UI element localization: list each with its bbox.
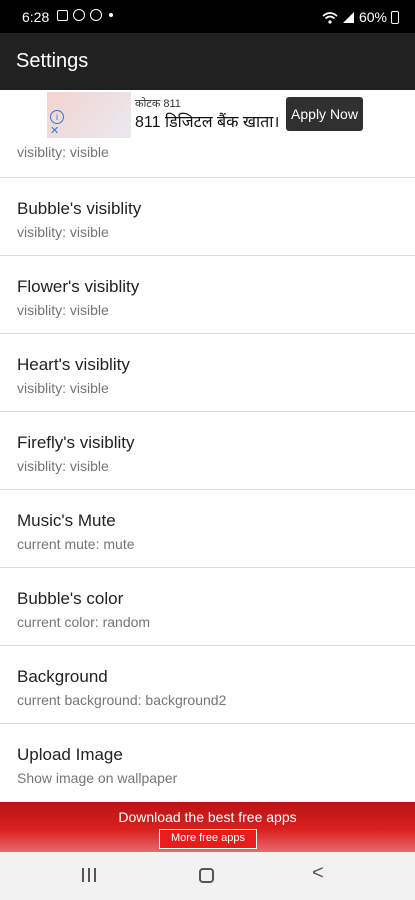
setting-summary: visiblity: visible: [17, 458, 109, 474]
notification-icons: [57, 9, 113, 21]
setting-summary: current background: background2: [17, 692, 227, 708]
app-bar: Settings: [0, 33, 415, 90]
setting-summary: visiblity: visible: [17, 144, 109, 160]
back-icon[interactable]: <: [312, 862, 324, 885]
setting-title: Music's Mute: [17, 511, 116, 530]
wifi-icon: [322, 11, 338, 24]
grid-icon: [73, 9, 85, 21]
status-bar: 6:28 60%: [0, 0, 415, 33]
more-free-apps-button[interactable]: More free apps: [159, 829, 257, 849]
status-time: 6:28: [22, 9, 50, 25]
setting-title: Firefly's visiblity: [17, 433, 135, 452]
setting-summary: visiblity: visible: [17, 380, 109, 396]
recents-icon[interactable]: [82, 868, 96, 882]
apply-now-button[interactable]: Apply Now: [286, 97, 363, 131]
settings-item-partial[interactable]: visiblity: visible: [0, 140, 415, 178]
battery-percent: 60%: [358, 9, 387, 25]
page-title: Settings: [16, 50, 89, 72]
ad-line2: 811 डिजिटल बैंक खाता।: [135, 114, 280, 131]
home-icon[interactable]: [199, 868, 214, 883]
setting-summary: Show image on wallpaper: [17, 770, 178, 786]
settings-item-heart-visibility[interactable]: Heart's visiblity visiblity: visible: [0, 334, 415, 412]
setting-title: Bubble's visiblity: [17, 199, 142, 218]
ad-line1: कोटक 811: [135, 98, 181, 110]
more-notifications-icon: [109, 13, 113, 17]
setting-title: Background: [17, 667, 108, 686]
settings-item-upload-image[interactable]: Upload Image Show image on wallpaper: [0, 724, 415, 801]
setting-summary: visiblity: visible: [17, 302, 109, 318]
banner-ad-top[interactable]: i ✕ कोटक 811 811 डिजिटल बैंक खाता। Apply…: [47, 92, 368, 140]
setting-title: Bubble's color: [17, 589, 124, 608]
setting-title: Flower's visiblity: [17, 277, 140, 296]
setting-summary: current color: random: [17, 614, 151, 630]
banner-ad-bottom[interactable]: Download the best free apps More free ap…: [0, 802, 415, 852]
signal-icon: [342, 11, 354, 23]
ad-bottom-text: Download the best free apps: [118, 809, 297, 825]
setting-summary: visiblity: visible: [17, 224, 109, 240]
settings-item-bubble-color[interactable]: Bubble's color current color: random: [0, 568, 415, 646]
adchoices-icon[interactable]: i: [50, 110, 64, 124]
settings-item-flower-visibility[interactable]: Flower's visiblity visiblity: visible: [0, 256, 415, 334]
system-icons: 60%: [322, 9, 399, 25]
setting-summary: current mute: mute: [17, 536, 135, 552]
setting-title: Upload Image: [17, 745, 123, 764]
settings-item-bubble-visibility[interactable]: Bubble's visiblity visiblity: visible: [0, 178, 415, 256]
battery-icon: [391, 10, 399, 24]
image-icon: [57, 9, 68, 21]
setting-title: Heart's visiblity: [17, 355, 130, 374]
system-nav-bar: <: [0, 852, 415, 900]
settings-item-music-mute[interactable]: Music's Mute current mute: mute: [0, 490, 415, 568]
grid-icon: [90, 9, 102, 21]
settings-list: visiblity: visible Bubble's visiblity vi…: [0, 140, 415, 801]
settings-item-background[interactable]: Background current background: backgroun…: [0, 646, 415, 724]
settings-item-firefly-visibility[interactable]: Firefly's visiblity visiblity: visible: [0, 412, 415, 490]
close-icon[interactable]: ✕: [50, 124, 59, 137]
